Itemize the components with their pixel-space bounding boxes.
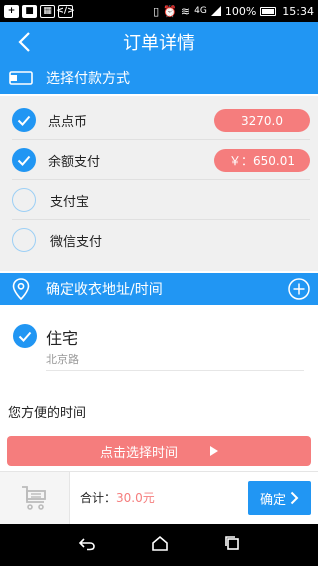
shopping-cart-icon <box>21 486 46 510</box>
system-nav-bar <box>0 524 318 566</box>
status-bar: + ■ ▦ </> ▯ ⏰ ≋ 4G 100% 15:34 <box>0 0 318 22</box>
battery-icon <box>260 6 277 16</box>
checked-icon[interactable] <box>12 148 36 172</box>
address-detail: 北京路 <box>46 353 79 366</box>
back-arrow-icon <box>78 537 95 550</box>
unchecked-circle-icon[interactable] <box>12 188 36 212</box>
payment-option-wechat[interactable]: 微信支付 <box>0 220 318 260</box>
network-type: 4G <box>194 6 207 16</box>
nav-home-button[interactable] <box>151 535 169 555</box>
cart-button[interactable] <box>0 472 70 524</box>
address-card[interactable]: 住宅 北京路 <box>0 305 318 375</box>
cast-notification-icon: ▦ <box>40 4 55 18</box>
payment-option-label: 点点币 <box>48 114 88 130</box>
payment-option-label: 余额支付 <box>48 154 101 170</box>
balance-amount-badge: ￥：650.01 <box>214 149 310 172</box>
unchecked-circle-icon[interactable] <box>12 228 36 252</box>
payment-section-header: 选择付款方式 <box>0 62 318 94</box>
payment-option-balance[interactable]: 余额支付 ￥：650.01 <box>0 140 318 180</box>
checked-icon[interactable] <box>13 324 37 348</box>
alarm-icon: ⏰ <box>163 4 177 18</box>
signal-icon <box>210 6 221 16</box>
payment-options: 点点币 3270.0 余额支付 ￥：650.01 支付宝 微信支付 <box>0 96 318 271</box>
select-time-button[interactable]: 点击选择时间 <box>7 436 311 466</box>
total-label: 合计： <box>80 491 117 505</box>
time-label: 您方便的时间 <box>8 406 87 421</box>
app-notification-icon: ■ <box>22 4 37 18</box>
clock: 15:34 <box>282 4 314 18</box>
plus-circle-icon <box>288 278 310 300</box>
battery-percent: 100% <box>224 4 257 18</box>
chevron-right-icon <box>290 491 299 505</box>
points-balance-badge: 3270.0 <box>214 109 310 132</box>
payment-option-label: 支付宝 <box>50 194 90 210</box>
address-section-header: 确定收衣地址/时间 <box>0 273 318 305</box>
nav-back-button[interactable] <box>78 536 96 555</box>
payment-option-alipay[interactable]: 支付宝 <box>0 180 318 220</box>
play-arrow-icon <box>210 446 218 456</box>
location-pin-icon <box>8 278 34 300</box>
wallet-icon <box>8 68 34 88</box>
checkout-bar: 合计：30.0元 确定 <box>0 471 318 524</box>
page-title: 订单详情 <box>123 33 195 54</box>
add-address-button[interactable] <box>288 278 310 300</box>
address-name: 住宅 <box>46 329 79 348</box>
payment-section-title: 选择付款方式 <box>46 71 130 87</box>
title-bar: 订单详情 <box>0 22 318 62</box>
address-section-title: 确定收衣地址/时间 <box>46 282 163 298</box>
select-time-button-label: 点击选择时间 <box>99 445 178 461</box>
back-button[interactable] <box>12 30 36 54</box>
recents-icon <box>225 536 240 550</box>
confirm-button[interactable]: 确定 <box>248 481 311 515</box>
chevron-left-icon <box>18 32 30 52</box>
total-amount: 30.0元 <box>116 491 155 505</box>
code-notification-icon: </> <box>56 4 75 18</box>
home-icon <box>152 535 168 551</box>
confirm-button-label: 确定 <box>259 492 286 508</box>
order-total: 合计：30.0元 <box>80 489 155 506</box>
payment-option-label: 微信支付 <box>50 234 103 250</box>
payment-option-diandianbi[interactable]: 点点币 3270.0 <box>0 100 318 140</box>
vibrate-icon: ▯ <box>153 4 160 18</box>
add-notification-icon: + <box>4 4 19 18</box>
nav-recents-button[interactable] <box>224 535 240 555</box>
wifi-icon: ≋ <box>180 4 191 18</box>
checked-icon[interactable] <box>12 108 36 132</box>
